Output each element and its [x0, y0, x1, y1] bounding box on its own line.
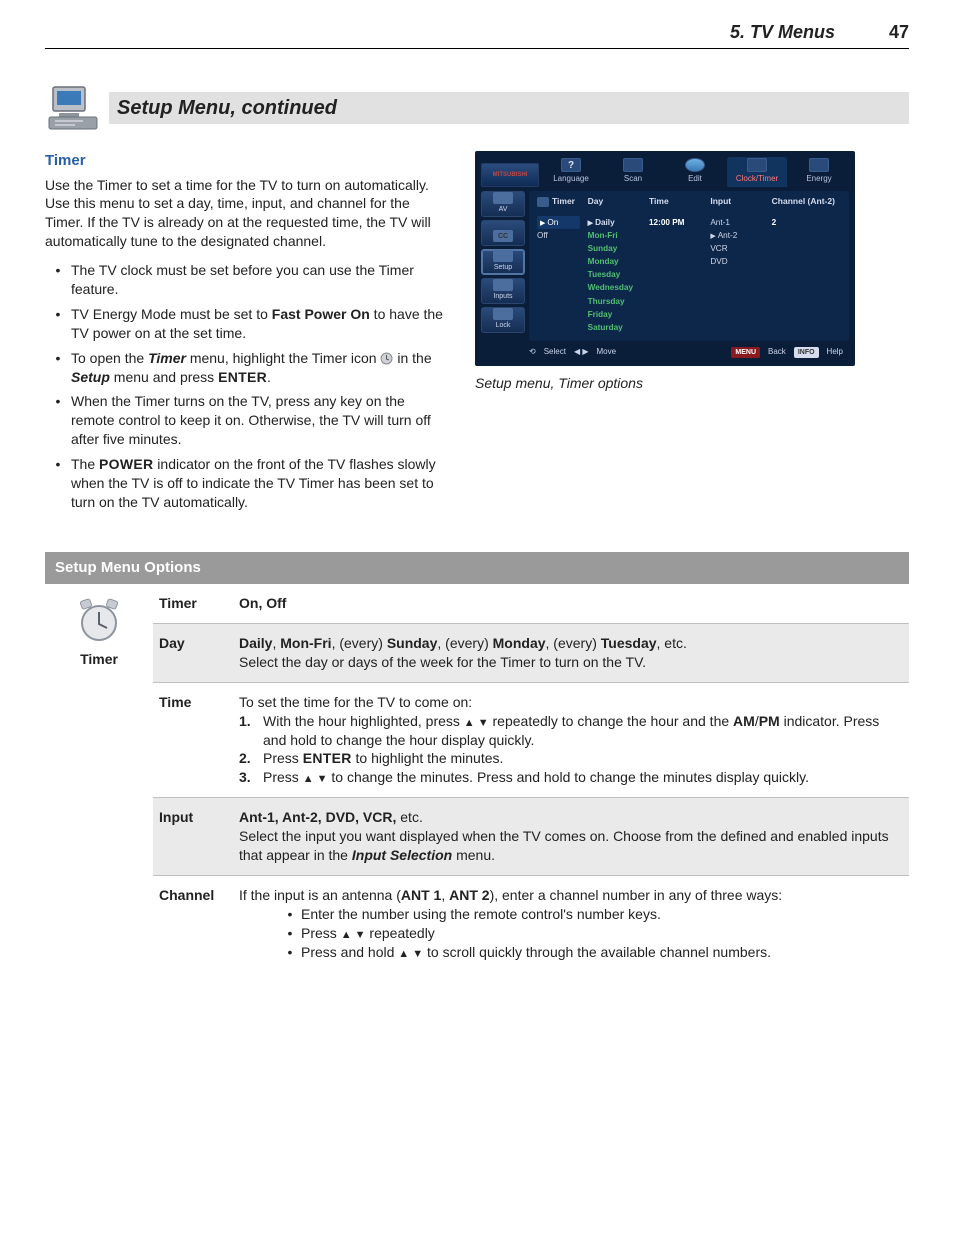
side-cc[interactable]: CC	[481, 220, 525, 246]
timer-clock-icon	[74, 598, 124, 644]
scan-icon	[623, 158, 643, 172]
side-setup[interactable]: Setup	[481, 249, 525, 275]
side-inputs[interactable]: Inputs	[481, 278, 525, 304]
timer-head-icon	[537, 197, 549, 207]
bullet-open-timer: To open the Timer menu, highlight the Ti…	[71, 349, 445, 387]
enter-icon: ⟲	[529, 347, 536, 358]
setup-menu-options-table: Setup Menu Options Timer Timer On, Off D…	[45, 552, 909, 972]
channel-value[interactable]: 2	[768, 213, 845, 337]
globe-icon	[685, 158, 705, 172]
up-down-arrows-icon: ▲ ▼	[464, 717, 489, 729]
cc-icon: CC	[493, 230, 513, 242]
timer-intro: Use the Timer to set a time for the TV t…	[45, 176, 445, 252]
row-day: Day Daily, Mon-Fri, (every) Sunday, (eve…	[153, 624, 909, 683]
setup-menu-screenshot: MITSUBISHI Language Scan Edit Clock/Time…	[475, 151, 855, 366]
up-down-arrows-icon: ▲ ▼	[303, 773, 328, 785]
options-header: Setup Menu Options	[45, 552, 909, 584]
bullet-power-indicator: The POWER indicator on the front of the …	[71, 455, 445, 512]
row-time: Time To set the time for the TV to come …	[153, 683, 909, 798]
tv-monitor-icon	[45, 83, 101, 133]
col-timer: Timer	[552, 196, 575, 207]
timer-bullet-list: The TV clock must be set before you can …	[45, 261, 445, 512]
day-options[interactable]: ▶Daily Mon-Fri Sunday Monday Tuesday Wed…	[584, 213, 645, 337]
col-channel: Channel (Ant-2)	[768, 191, 845, 212]
row-input: Input Ant-1, Ant-2, DVD, VCR, etc. Selec…	[153, 798, 909, 876]
col-time: Time	[645, 191, 706, 212]
input-options[interactable]: Ant-1 ▶Ant-2 VCR DVD	[706, 213, 767, 337]
tab-scan[interactable]: Scan	[603, 157, 663, 187]
tab-language[interactable]: Language	[541, 157, 601, 187]
side-lock[interactable]: Lock	[481, 307, 525, 333]
bullet-energy-mode: TV Energy Mode must be set to Fast Power…	[71, 305, 445, 343]
tab-energy[interactable]: Energy	[789, 157, 849, 187]
clock-mini-icon	[380, 351, 393, 364]
arrows-icon: ◀ ▶	[574, 347, 589, 358]
lock-icon	[493, 308, 513, 320]
setup-icon	[493, 250, 513, 262]
tab-clock-timer[interactable]: Clock/Timer	[727, 157, 787, 187]
brand-logo: MITSUBISHI	[481, 163, 539, 187]
up-down-arrows-icon: ▲ ▼	[398, 948, 423, 960]
clock-icon	[747, 158, 767, 172]
bullet-clock-required: The TV clock must be set before you can …	[71, 261, 445, 299]
col-input: Input	[706, 191, 767, 212]
timer-heading: Timer	[45, 151, 445, 171]
menu-button[interactable]: MENU	[731, 347, 760, 358]
side-av[interactable]: AV	[481, 191, 525, 217]
row-channel: Channel If the input is an antenna (ANT …	[153, 876, 909, 972]
tab-edit[interactable]: Edit	[665, 157, 725, 187]
section-title: Setup Menu, continued	[109, 92, 909, 124]
question-icon	[561, 158, 581, 172]
header-section: 5. TV Menus	[730, 20, 835, 44]
timer-options[interactable]: ▶On Off	[533, 213, 584, 337]
info-button[interactable]: INFO	[794, 347, 819, 358]
screenshot-caption: Setup menu, Timer options	[475, 374, 909, 393]
page-header: 5. TV Menus 47	[45, 20, 909, 49]
row-timer: Timer On, Off	[153, 584, 909, 624]
options-side-label: Timer	[45, 650, 153, 669]
col-day: Day	[584, 191, 645, 212]
inputs-icon	[493, 279, 513, 291]
header-page: 47	[889, 20, 909, 44]
up-down-arrows-icon: ▲ ▼	[341, 929, 366, 941]
energy-icon	[809, 158, 829, 172]
time-value[interactable]: 12:00 PM	[645, 213, 706, 337]
section-title-band: Setup Menu, continued	[45, 83, 909, 133]
av-icon	[493, 192, 513, 204]
bullet-press-key: When the Timer turns on the TV, press an…	[71, 392, 445, 449]
